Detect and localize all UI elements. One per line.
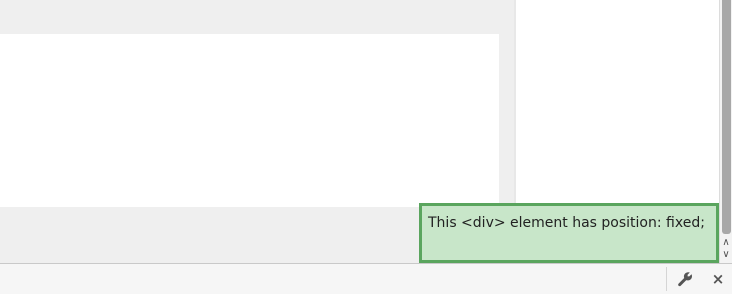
fixed-position-box: This <div> element has position: fixed; bbox=[419, 203, 719, 263]
vertical-scrollbar[interactable]: ∧ ∨ bbox=[719, 0, 732, 263]
bottom-toolbar: × bbox=[0, 263, 732, 294]
wrench-icon[interactable] bbox=[675, 269, 695, 289]
scrollbar-thumb[interactable] bbox=[722, 0, 731, 234]
white-content-panel bbox=[0, 34, 499, 207]
scroll-up-arrow-icon[interactable]: ∧ bbox=[720, 237, 732, 249]
toolbar-separator bbox=[666, 267, 667, 291]
fixed-position-text: This <div> element has position: fixed; bbox=[428, 215, 705, 231]
scroll-down-arrow-icon[interactable]: ∨ bbox=[720, 249, 732, 261]
close-icon[interactable]: × bbox=[708, 269, 728, 289]
